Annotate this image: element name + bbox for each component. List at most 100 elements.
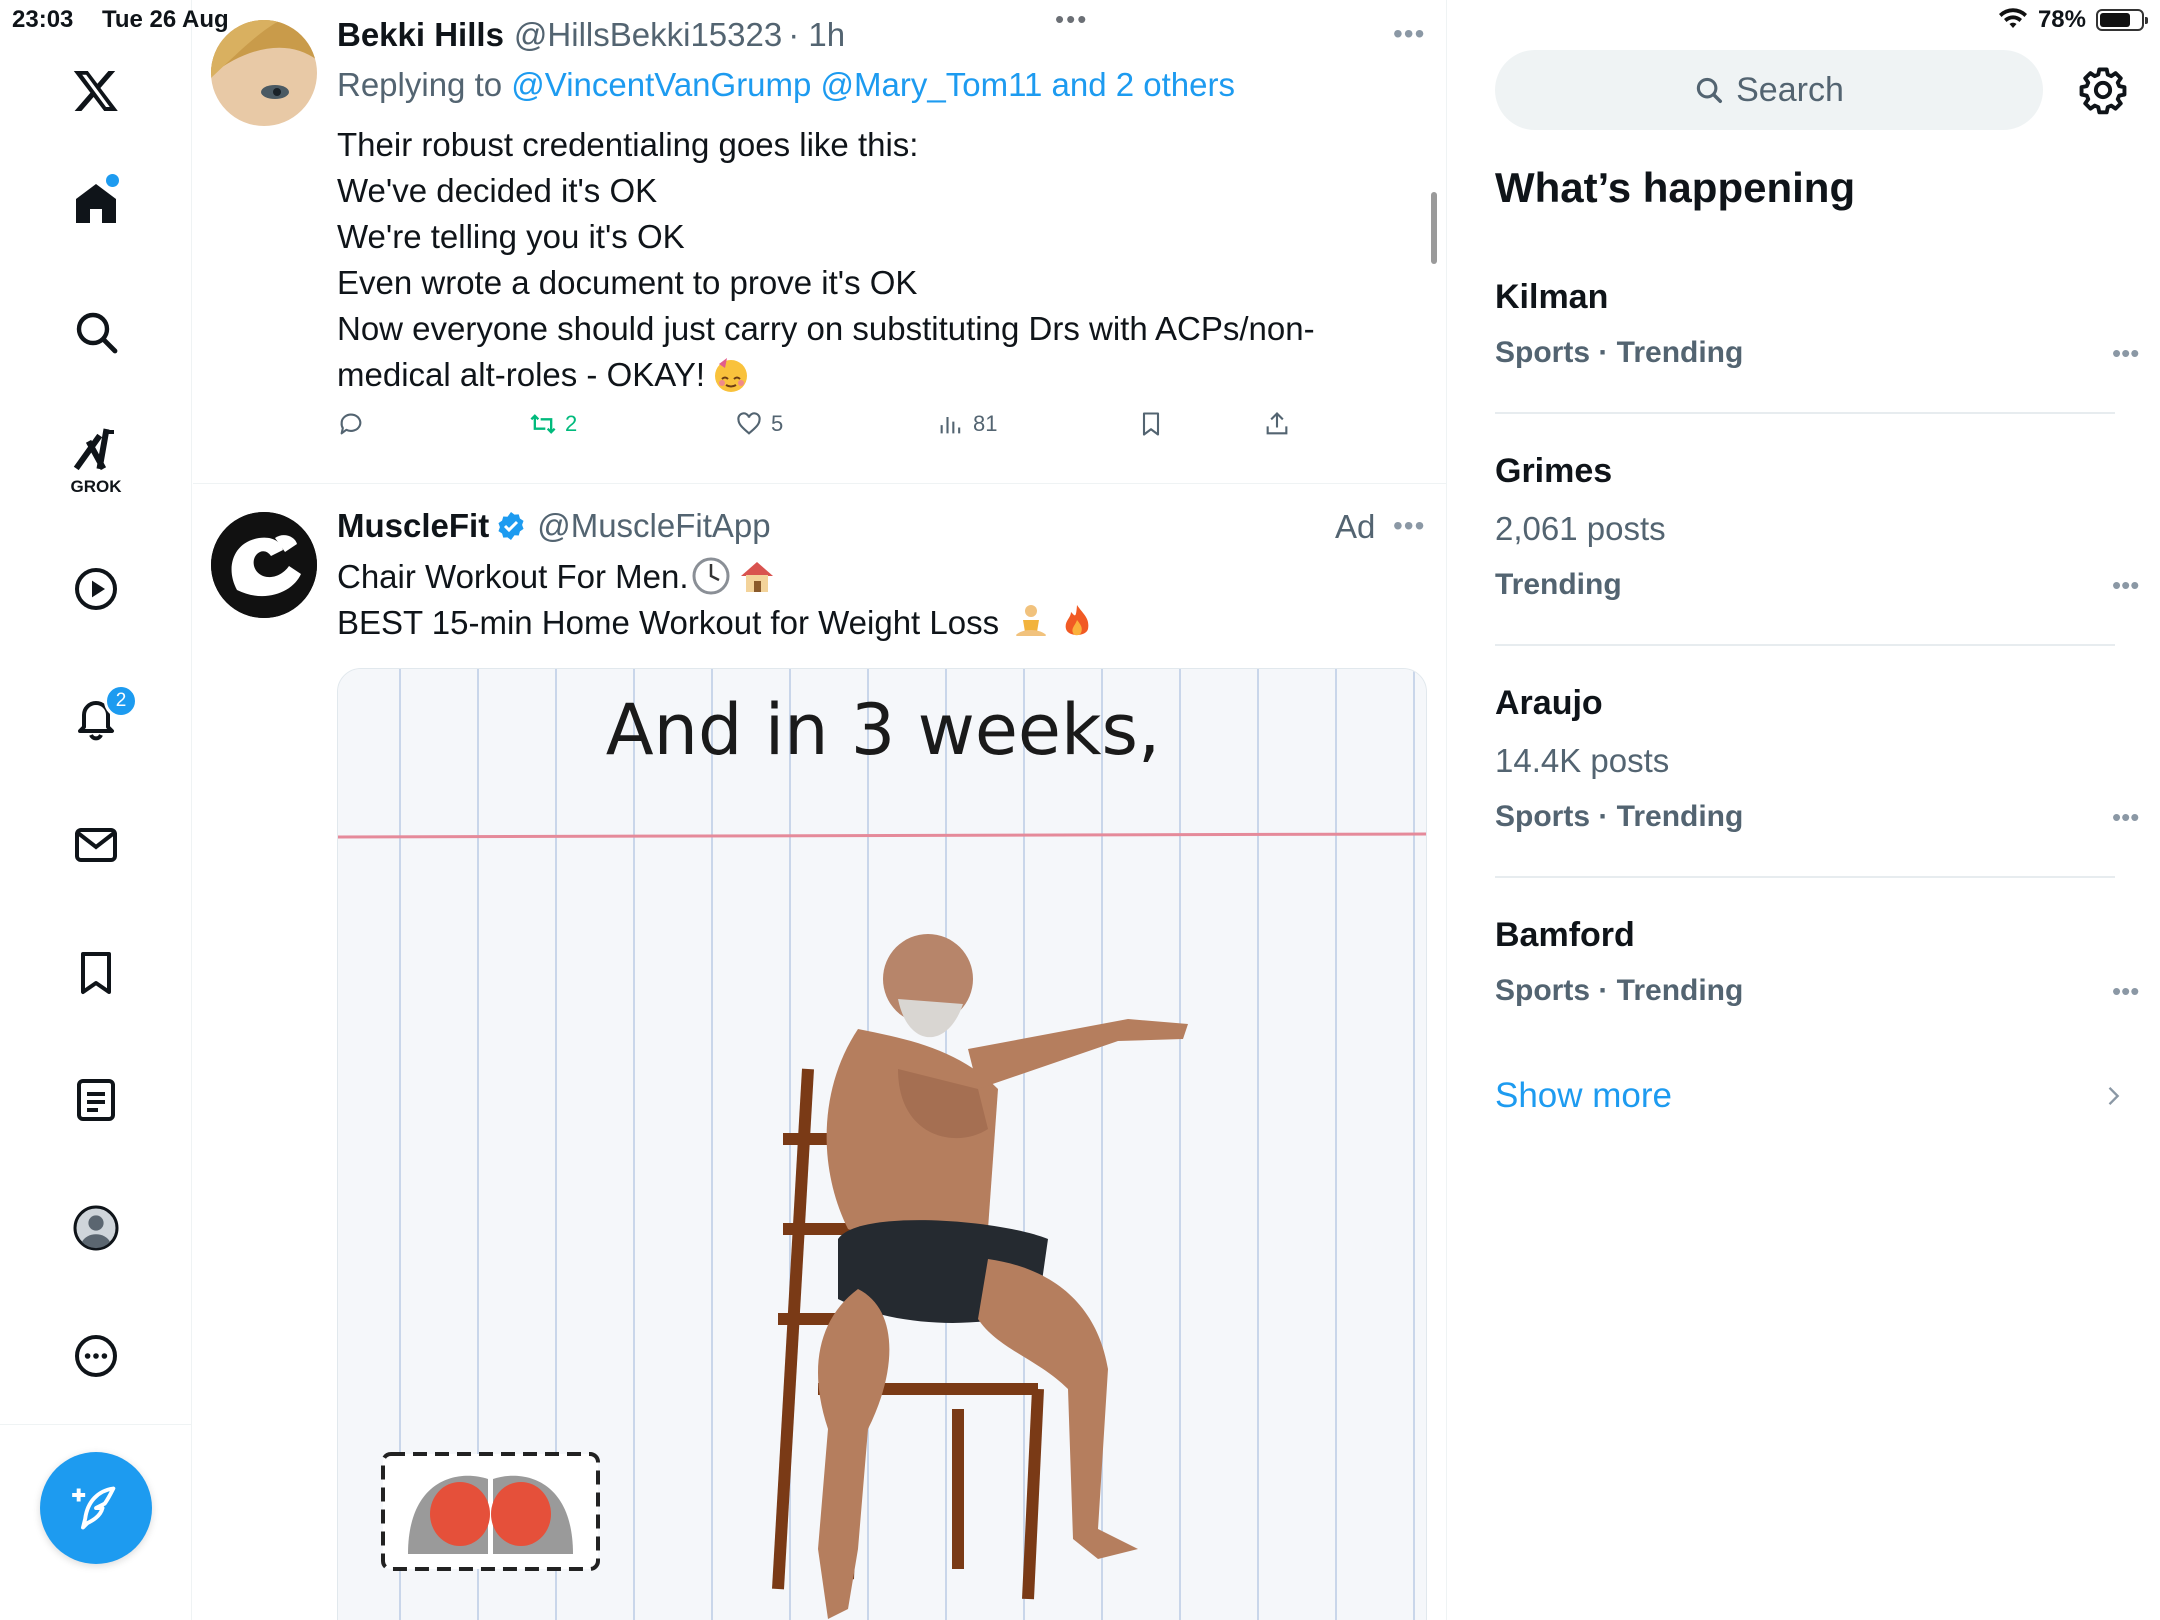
tweet-line: Even wrote a document to prove it's OK xyxy=(337,264,918,301)
tweet-line: BEST 15-min Home Workout for Weight Loss xyxy=(337,600,1097,646)
share-icon xyxy=(1266,412,1288,435)
settings-gear-icon[interactable] xyxy=(2077,64,2129,116)
tweet-line: Now everyone should just carry on substi… xyxy=(337,310,1315,347)
video-caption: And in 3 weeks, xyxy=(606,689,1160,771)
trend-meta: Sports · Trending xyxy=(1495,800,1744,833)
lists-icon[interactable] xyxy=(66,1070,126,1130)
show-more-link[interactable]: Show more xyxy=(1495,1076,1672,1116)
replying-to-links[interactable]: @VincentVanGrump @Mary_Tom11 and 2 other… xyxy=(511,66,1235,103)
replying-prefix: Replying to xyxy=(337,66,503,103)
clock-emoji xyxy=(692,557,729,595)
like-count: 5 xyxy=(771,411,784,436)
video-icon[interactable] xyxy=(66,559,126,619)
trend-name: Araujo xyxy=(1495,684,1603,722)
trend-divider xyxy=(1495,876,2115,878)
trend-divider xyxy=(1495,412,2115,414)
trend-item[interactable]: Kilman Sports · Trending ••• xyxy=(1495,278,2139,408)
workout-video-frame: And in 3 weeks, xyxy=(338,669,1426,1620)
tweet-line: Their robust credentialing goes like thi… xyxy=(337,126,919,163)
trend-item[interactable]: Grimes 2,061 posts Trending ••• xyxy=(1495,452,2139,602)
party-face-emoji xyxy=(715,358,747,393)
trend-item[interactable]: Araujo 14.4K posts Sports · Trending ••• xyxy=(1495,684,2139,834)
search-icon[interactable] xyxy=(66,302,126,362)
grok-label[interactable]: GROK xyxy=(60,477,132,497)
nav-divider xyxy=(0,1424,192,1425)
more-icon[interactable] xyxy=(66,1326,126,1386)
ad-line-2: BEST 15-min Home Workout for Weight Loss xyxy=(337,604,1000,641)
search-box[interactable]: Search xyxy=(1495,50,2043,130)
reply-icon xyxy=(340,413,362,435)
compose-quill-icon xyxy=(72,1486,116,1530)
search-placeholder[interactable]: Search xyxy=(1736,71,1844,110)
author-handle[interactable]: @MuscleFitApp xyxy=(537,507,770,545)
tweet-line: We've decided it's OK xyxy=(337,172,658,209)
views-count: 81 xyxy=(973,411,998,436)
multitasking-indicator[interactable]: ••• xyxy=(1055,4,1088,35)
chest-muscle-inset xyxy=(381,1452,600,1571)
whats-happening-title: What’s happening xyxy=(1495,164,1856,211)
trend-name: Kilman xyxy=(1495,278,1609,316)
status-bar: 23:03 Tue 26 Aug ••• 78% xyxy=(0,0,2160,40)
trend-item[interactable]: Bamford Sports · Trending ••• xyxy=(1495,916,2139,1016)
messages-icon[interactable] xyxy=(66,815,126,875)
trend-posts: 14.4K posts xyxy=(1495,742,1670,779)
views-button[interactable]: 81 xyxy=(937,410,997,438)
tweet-line-text: medical alt-roles - OKAY! xyxy=(337,356,705,393)
heart-icon xyxy=(737,412,761,435)
tweet-header: MuscleFit @MuscleFitApp xyxy=(337,507,771,545)
timeline-feed: Bekki Hills @HillsBekki15323 · 1h ••• Re… xyxy=(193,0,1447,1620)
ad-line-1: Chair Workout For Men. xyxy=(337,558,689,595)
tweet-actions: 2 5 81 xyxy=(337,410,1337,450)
trend-more-icon[interactable]: ••• xyxy=(2112,338,2139,369)
search-icon xyxy=(1696,77,1723,103)
retweet-icon xyxy=(530,414,556,434)
trend-meta: Sports · Trending xyxy=(1495,974,1744,1007)
trend-divider xyxy=(1495,644,2115,646)
ad-label: Ad xyxy=(1335,508,1376,545)
battery-fill xyxy=(2100,13,2131,27)
trend-more-icon[interactable]: ••• xyxy=(2112,802,2139,833)
tweet-text: Chair Workout For Men. BEST 15-min Home … xyxy=(337,554,1097,646)
bookmarks-icon[interactable] xyxy=(66,943,126,1003)
profile-icon[interactable] xyxy=(66,1198,126,1258)
wifi-icon xyxy=(1998,8,2027,28)
bookmark-button[interactable] xyxy=(1137,410,1165,438)
avatar[interactable] xyxy=(211,512,317,618)
trend-posts: 2,061 posts xyxy=(1495,510,1666,547)
share-button[interactable] xyxy=(1263,410,1291,438)
bookmark-icon xyxy=(1142,412,1160,436)
house-emoji xyxy=(740,562,773,593)
trend-more-icon[interactable]: ••• xyxy=(2112,976,2139,1007)
trend-meta: Sports · Trending xyxy=(1495,336,1744,369)
trend-more-icon[interactable]: ••• xyxy=(2112,570,2139,601)
retweet-count: 2 xyxy=(565,411,578,436)
retweet-button[interactable]: 2 xyxy=(529,410,577,438)
left-navigation: GROK 2 xyxy=(0,0,192,1620)
x-logo-icon[interactable] xyxy=(66,60,126,120)
compose-button[interactable] xyxy=(40,1452,152,1564)
status-date: Tue 26 Aug xyxy=(102,6,229,33)
chevron-right-icon[interactable] xyxy=(2099,1082,2127,1110)
like-button[interactable]: 5 xyxy=(735,410,783,438)
right-sidebar: Search What’s happening Kilman Sports · … xyxy=(1447,0,2160,1620)
tweet-more-icon[interactable]: ••• xyxy=(1393,510,1425,542)
feed-scrollbar[interactable] xyxy=(1431,192,1437,264)
meditation-emoji xyxy=(1015,605,1048,637)
tweet-divider xyxy=(193,483,1446,484)
trend-meta: Trending xyxy=(1495,568,1622,601)
replying-to: Replying to @VincentVanGrump @Mary_Tom11… xyxy=(337,66,1235,104)
tweet-line-last: medical alt-roles - OKAY! xyxy=(337,352,1315,398)
reply-button[interactable] xyxy=(337,410,365,438)
ad-video-media[interactable]: And in 3 weeks, xyxy=(337,668,1427,1620)
trend-name: Bamford xyxy=(1495,916,1635,954)
fire-emoji xyxy=(1065,605,1089,636)
author-name[interactable]: MuscleFit xyxy=(337,507,489,545)
grok-icon[interactable] xyxy=(66,420,126,480)
notifications-badge: 2 xyxy=(104,684,138,718)
verified-badge-icon xyxy=(498,512,524,540)
battery-percent: 78% xyxy=(2037,6,2086,33)
battery-icon xyxy=(2096,9,2148,31)
tweet-line: We're telling you it's OK xyxy=(337,218,685,255)
status-time: 23:03 xyxy=(12,6,74,33)
status-right: 78% xyxy=(1998,6,2148,34)
